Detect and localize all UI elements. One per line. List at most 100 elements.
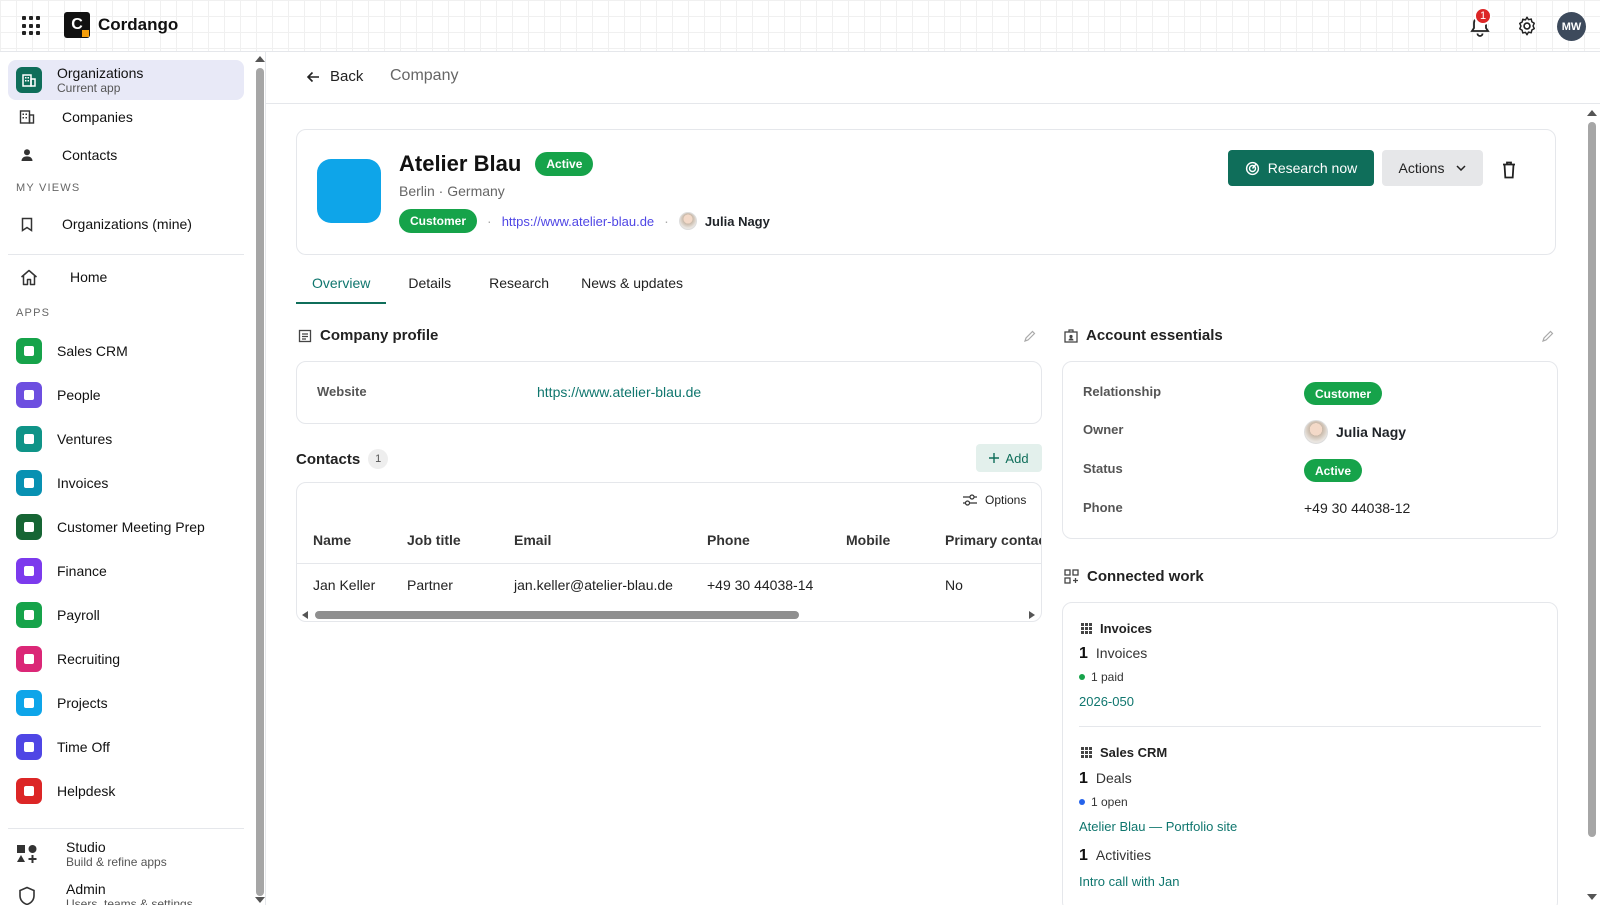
scroll-down-arrow-icon[interactable] xyxy=(255,897,265,903)
sidebar-divider xyxy=(8,828,244,829)
sidebar-item-label: Companies xyxy=(62,109,133,125)
gear-icon[interactable] xyxy=(1515,14,1539,38)
table-cell-email[interactable]: jan.keller@atelier-blau.de xyxy=(514,577,673,593)
account-essentials-title: Account essentials xyxy=(1086,327,1223,344)
people-icon xyxy=(16,382,42,408)
money-icon xyxy=(16,602,42,628)
column-header-job-title[interactable]: Job title xyxy=(407,532,461,548)
sidebar-item-home[interactable]: Home xyxy=(8,258,244,296)
count-unit: Activities xyxy=(1095,847,1152,863)
page-header: Back Company xyxy=(266,52,1600,104)
sidebar-current-label: Organizations xyxy=(57,65,144,81)
brand-logo[interactable]: C xyxy=(64,12,90,38)
options-button[interactable]: Options xyxy=(963,493,1026,507)
breadcrumb: Company xyxy=(390,67,459,84)
website-value-link[interactable]: https://www.atelier-blau.de xyxy=(537,384,701,400)
main-scroll-down-icon[interactable] xyxy=(1587,894,1597,900)
sidebar-item-companies[interactable]: Companies xyxy=(8,98,244,136)
sidebar-divider xyxy=(8,254,244,255)
sidebar-app-label: Helpdesk xyxy=(57,783,116,799)
sidebar-app-customer-meeting-prep[interactable]: Customer Meeting Prep xyxy=(8,508,244,546)
sidebar: Organizations Current app Companies Cont… xyxy=(0,52,266,905)
deals-status: 1 open xyxy=(1079,795,1128,809)
research-now-button[interactable]: Research now xyxy=(1228,150,1374,186)
studio-label: Studio xyxy=(66,839,106,855)
scroll-up-arrow-icon[interactable] xyxy=(255,56,265,62)
horizontal-scroll-thumb[interactable] xyxy=(315,611,799,619)
deal-link[interactable]: Atelier Blau — Portfolio site xyxy=(1079,819,1237,834)
sidebar-app-label: People xyxy=(57,387,101,403)
sidebar-app-finance[interactable]: Finance xyxy=(8,552,244,590)
scroll-right-arrow-icon[interactable] xyxy=(1029,611,1035,619)
website-label: Website xyxy=(317,384,367,399)
sidebar-app-ventures[interactable]: Ventures xyxy=(8,420,244,458)
delete-button[interactable] xyxy=(1502,161,1516,182)
relationship-value: Customer xyxy=(1304,382,1383,405)
owner-name[interactable]: Julia Nagy xyxy=(705,214,770,229)
radar-icon xyxy=(1245,161,1259,175)
sidebar-item-organizations-mine[interactable]: Organizations (mine) xyxy=(8,205,244,243)
activity-link[interactable]: Intro call with Jan xyxy=(1079,874,1179,889)
back-button[interactable]: Back xyxy=(306,68,363,85)
invoice-link[interactable]: 2026-050 xyxy=(1079,694,1134,709)
contacts-heading: Contacts 1 xyxy=(296,449,389,469)
user-avatar[interactable]: MW xyxy=(1557,12,1586,41)
bookmark-icon xyxy=(16,217,38,232)
tab-research[interactable]: Research xyxy=(473,272,565,304)
brand-name[interactable]: Cordango xyxy=(98,15,178,35)
badge-icon xyxy=(16,646,42,672)
status-label: Status xyxy=(1083,461,1123,476)
status-badge: Active xyxy=(535,152,594,176)
pencil-icon[interactable] xyxy=(1542,329,1554,345)
actions-dropdown[interactable]: Actions xyxy=(1382,150,1483,186)
owner-value[interactable]: Julia Nagy xyxy=(1304,420,1406,444)
app-launcher-icon[interactable] xyxy=(22,16,42,36)
column-header-primary-contact[interactable]: Primary contact xyxy=(945,532,1041,548)
column-header-name[interactable]: Name xyxy=(313,532,351,548)
main-scroll-up-icon[interactable] xyxy=(1587,110,1597,116)
sidebar-app-recruiting[interactable]: Recruiting xyxy=(8,640,244,678)
count-number: 1 xyxy=(1079,847,1088,864)
tab-overview[interactable]: Overview xyxy=(296,272,387,304)
add-contact-button[interactable]: Add xyxy=(976,444,1042,472)
sidebar-app-label: Customer Meeting Prep xyxy=(57,519,205,535)
sidebar-item-organizations[interactable]: Organizations Current app xyxy=(8,60,244,100)
organizations-icon xyxy=(16,67,42,93)
grid-icon xyxy=(1081,623,1092,634)
sidebar-app-projects[interactable]: Projects xyxy=(8,684,244,722)
column-header-mobile[interactable]: Mobile xyxy=(846,532,890,548)
sidebar-item-admin[interactable]: Admin Users, teams & settings xyxy=(8,874,244,905)
sidebar-app-people[interactable]: People xyxy=(8,376,244,414)
main-scroll-thumb[interactable] xyxy=(1588,122,1596,837)
website-link[interactable]: https://www.atelier-blau.de xyxy=(502,214,654,229)
apps-heading: APPS xyxy=(16,307,51,319)
column-header-email[interactable]: Email xyxy=(514,532,551,548)
sliders-icon xyxy=(963,494,977,506)
sidebar-app-payroll[interactable]: Payroll xyxy=(8,596,244,634)
sidebar-app-invoices[interactable]: Invoices xyxy=(8,464,244,502)
connected-work-heading: Connected work xyxy=(1064,568,1204,585)
shield-icon xyxy=(16,886,38,905)
admin-label: Admin xyxy=(66,881,106,897)
status-value: Active xyxy=(1304,459,1363,482)
column-header-phone[interactable]: Phone xyxy=(707,532,750,548)
sidebar-item-contacts[interactable]: Contacts xyxy=(8,136,244,174)
group-title-text: Invoices xyxy=(1100,621,1153,636)
tab-details[interactable]: Details xyxy=(386,272,473,304)
sidebar-app-sales-crm[interactable]: Sales CRM xyxy=(8,332,244,370)
phone-label: Phone xyxy=(1083,500,1123,515)
pencil-icon[interactable] xyxy=(1024,329,1036,345)
sidebar-item-studio[interactable]: Studio Build & refine apps xyxy=(8,832,244,876)
relationship-label: Relationship xyxy=(1083,384,1162,399)
sidebar-app-label: Finance xyxy=(57,563,107,579)
sidebar-scroll-thumb[interactable] xyxy=(256,68,264,896)
activities-count: 1 Activities xyxy=(1079,847,1151,865)
scroll-left-arrow-icon[interactable] xyxy=(302,611,308,619)
sidebar-app-time-off[interactable]: Time Off xyxy=(8,728,244,766)
tab-news-updates[interactable]: News & updates xyxy=(565,272,699,304)
sidebar-app-helpdesk[interactable]: Helpdesk xyxy=(8,772,244,810)
company-meta: Customer · https://www.atelier-blau.de ·… xyxy=(399,209,770,233)
count-unit: Deals xyxy=(1095,770,1132,786)
table-cell-name[interactable]: Jan Keller xyxy=(313,577,375,593)
home-icon xyxy=(18,269,40,286)
